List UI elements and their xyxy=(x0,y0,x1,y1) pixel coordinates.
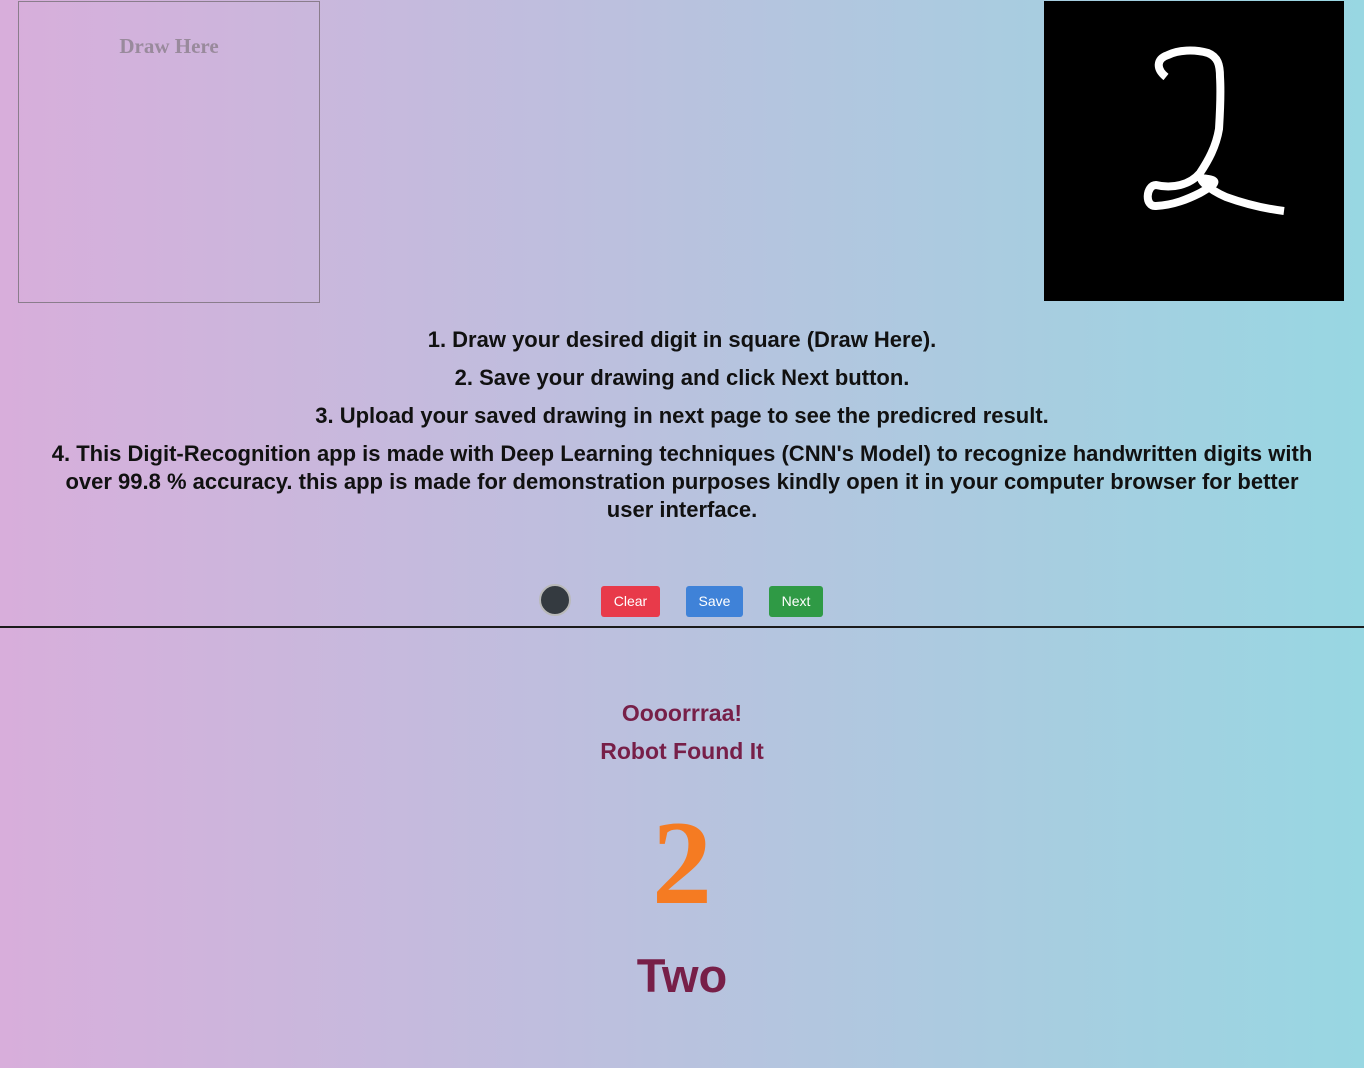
result-exclamation: Oooorrraa! xyxy=(621,700,743,726)
drawing-canvas[interactable]: Draw Here xyxy=(18,1,320,303)
predicted-digit: 2 xyxy=(652,796,712,929)
instruction-step-2: 2. Save your drawing and click Next butt… xyxy=(454,365,910,390)
result-section: Oooorrraa! Robot Found It 2 Two xyxy=(0,628,1364,1068)
clear-button[interactable]: Clear xyxy=(601,586,660,617)
instructions: 1. Draw your desired digit in square (Dr… xyxy=(40,326,1324,534)
instruction-step-1: 1. Draw your desired digit in square (Dr… xyxy=(427,327,937,352)
color-picker[interactable] xyxy=(539,584,571,616)
drawing-controls: Clear Save Next xyxy=(0,583,1364,619)
draw-here-label: Draw Here xyxy=(119,34,219,58)
drawing-preview-image xyxy=(1044,1,1344,301)
instruction-step-3: 3. Upload your saved drawing in next pag… xyxy=(315,403,1049,428)
instruction-step-4: 4. This Digit-Recognition app is made wi… xyxy=(51,441,1313,522)
save-button[interactable]: Save xyxy=(686,586,743,617)
result-subtitle: Robot Found It xyxy=(600,738,764,764)
result-headline: Oooorrraa! Robot Found It xyxy=(0,694,1364,770)
predicted-digit-word: Two xyxy=(636,949,728,1002)
next-button[interactable]: Next xyxy=(769,586,823,617)
drawing-section: Draw Here 1. Draw your desired digit in … xyxy=(0,0,1364,626)
